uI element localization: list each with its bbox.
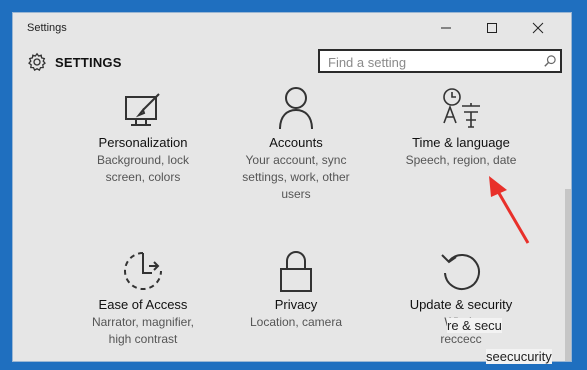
tile-privacy[interactable]: Privacy Location, camera [221,249,371,331]
tile-description-line: Location, camera [249,315,343,329]
close-button[interactable] [515,13,561,43]
tile-label: Update & security [409,297,513,312]
overlay-snippet: re & secu [447,318,502,333]
personalization-icon [125,93,160,126]
tile-description-line: Speech, region, date [405,153,517,167]
maximize-icon [487,23,497,33]
close-icon [532,22,544,34]
tile-label: Privacy [274,297,318,312]
tile-description-line: reccecc [440,332,482,346]
tile-label: Accounts [269,135,323,150]
tile-description-line: Background, lock [96,153,190,167]
update-security-icon [441,254,480,290]
tile-label: Personalization [98,135,188,150]
tile-description: Speech, region, date [386,152,536,169]
gear-icon [28,52,46,72]
time-language-icon [443,88,480,128]
maximize-button[interactable] [469,13,515,43]
tile-description: Narrator, magnifier, high contrast [68,314,218,348]
privacy-icon [280,251,312,292]
tile-label: Time & language [412,135,510,150]
search-input[interactable] [326,54,538,71]
scrollbar[interactable] [565,189,571,361]
search-box[interactable] [318,49,562,73]
settings-window: Settings SETTINGS Find a setting Persona… [12,12,572,362]
window-title: Settings [27,22,67,34]
tile-label: Ease of Access [98,297,188,312]
tile-description-line: Your account, sync [245,153,347,167]
tile-description: Location, camera [221,314,371,331]
tile-accounts[interactable]: Accounts Your account, sync settings, wo… [221,85,371,203]
title-bar[interactable]: Settings [13,13,571,43]
accounts-icon [279,87,313,130]
tile-description: Background, lock screen, colors [68,152,218,186]
tile-description-line: users [281,187,311,201]
overlay-snippet: seecucurity [486,349,552,364]
search-icon[interactable] [543,54,557,68]
tile-update-security[interactable]: Update & security Windc reccecc [386,249,536,348]
minimize-icon [441,27,451,29]
tile-description-line: Narrator, magnifier, [91,315,195,329]
page-title: SETTINGS [55,54,122,70]
tile-description: Your account, sync settings, work, other… [221,152,371,203]
tile-description-line: high contrast [108,332,178,346]
tile-ease-of-access[interactable]: Ease of Access Narrator, magnifier, high… [68,249,218,348]
ease-of-access-icon [124,252,162,290]
tile-time-language[interactable]: Time & language Speech, region, date [386,85,536,169]
settings-header: SETTINGS [27,52,122,72]
minimize-button[interactable] [423,13,469,43]
tile-personalization[interactable]: Personalization Background, lock screen,… [68,91,218,186]
tile-description-line: settings, work, other [242,170,350,184]
tile-description-line: screen, colors [105,170,181,184]
